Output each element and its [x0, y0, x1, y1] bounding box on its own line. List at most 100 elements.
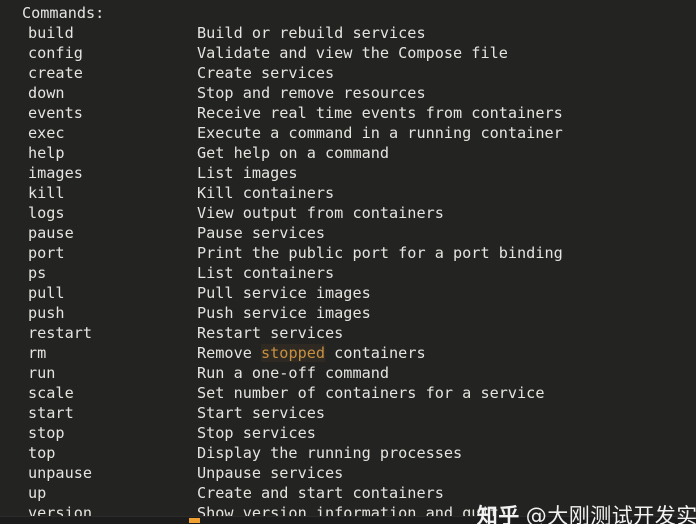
command-name: port	[28, 243, 197, 263]
description-text: Print the public port for a port binding	[197, 244, 563, 262]
command-row: restartRestart services	[0, 323, 696, 343]
description-text: List containers	[197, 264, 334, 282]
description-text: Start services	[197, 404, 325, 422]
description-text: Execute a command in a running container	[197, 124, 563, 142]
scrollbar-thumb[interactable]	[189, 518, 200, 523]
command-description: Pull service images	[197, 283, 371, 303]
command-name: pull	[28, 283, 197, 303]
terminal-window: Commands: buildBuild or rebuild services…	[0, 0, 696, 524]
command-name: exec	[28, 123, 197, 143]
command-row: buildBuild or rebuild services	[0, 23, 696, 43]
highlighted-term: stopped	[261, 344, 325, 362]
command-row: pullPull service images	[0, 283, 696, 303]
command-row: psList containers	[0, 263, 696, 283]
command-row: rmRemove stopped containers	[0, 343, 696, 363]
command-description: List images	[197, 163, 298, 183]
terminal-output: Commands: buildBuild or rebuild services…	[0, 3, 696, 523]
command-row: eventsReceive real time events from cont…	[0, 103, 696, 123]
description-text: Stop and remove resources	[197, 84, 426, 102]
command-description: Set number of containers for a service	[197, 383, 544, 403]
description-text: Pull service images	[197, 284, 371, 302]
command-row: portPrint the public port for a port bin…	[0, 243, 696, 263]
command-description: Kill containers	[197, 183, 334, 203]
command-row: helpGet help on a command	[0, 143, 696, 163]
description-text: Build or rebuild services	[197, 24, 426, 42]
command-name: top	[28, 443, 197, 463]
command-name: restart	[28, 323, 197, 343]
command-description: Print the public port for a port binding	[197, 243, 563, 263]
watermark-logo: 知乎	[477, 504, 520, 524]
command-description: Stop services	[197, 423, 316, 443]
command-row: configValidate and view the Compose file	[0, 43, 696, 63]
description-text: Set number of containers for a service	[197, 384, 544, 402]
command-description: Execute a command in a running container	[197, 123, 563, 143]
command-description: Build or rebuild services	[197, 23, 426, 43]
watermark: 知乎 @大刚测试开发实战	[448, 480, 696, 524]
description-text: Push service images	[197, 304, 371, 322]
command-name: run	[28, 363, 197, 383]
command-name: scale	[28, 383, 197, 403]
command-name: ps	[28, 263, 197, 283]
watermark-handle: @大刚测试开发实战	[526, 504, 696, 524]
command-name: help	[28, 143, 197, 163]
command-description: List containers	[197, 263, 334, 283]
command-description: Stop and remove resources	[197, 83, 426, 103]
command-description: Unpause services	[197, 463, 343, 483]
command-name: kill	[28, 183, 197, 203]
command-description: Run a one-off command	[197, 363, 389, 383]
command-row: logsView output from containers	[0, 203, 696, 223]
command-description: Receive real time events from containers	[197, 103, 563, 123]
command-name: config	[28, 43, 197, 63]
command-row: startStart services	[0, 403, 696, 423]
command-description: Create and start containers	[197, 483, 444, 503]
command-name: stop	[28, 423, 197, 443]
description-text: Create services	[197, 64, 334, 82]
command-row: imagesList images	[0, 163, 696, 183]
description-text: Get help on a command	[197, 144, 389, 162]
command-name: unpause	[28, 463, 197, 483]
command-description: Start services	[197, 403, 325, 423]
command-description: Validate and view the Compose file	[197, 43, 508, 63]
description-text: Restart services	[197, 324, 343, 342]
command-name: pause	[28, 223, 197, 243]
command-description: View output from containers	[197, 203, 444, 223]
description-text: Validate and view the Compose file	[197, 44, 508, 62]
command-name: create	[28, 63, 197, 83]
command-name: images	[28, 163, 197, 183]
command-name: events	[28, 103, 197, 123]
command-row: topDisplay the running processes	[0, 443, 696, 463]
command-description: Pause services	[197, 223, 325, 243]
command-row: stopStop services	[0, 423, 696, 443]
command-row: killKill containers	[0, 183, 696, 203]
description-text: Receive real time events from containers	[197, 104, 563, 122]
description-text: Create and start containers	[197, 484, 444, 502]
description-text: Stop services	[197, 424, 316, 442]
description-text: List images	[197, 164, 298, 182]
description-text: Display the running processes	[197, 444, 462, 462]
command-name: push	[28, 303, 197, 323]
commands-heading: Commands:	[0, 3, 696, 23]
command-description: Create services	[197, 63, 334, 83]
command-name: start	[28, 403, 197, 423]
command-name: down	[28, 83, 197, 103]
command-name: up	[28, 483, 197, 503]
command-description: Remove stopped containers	[197, 343, 426, 363]
description-text: Unpause services	[197, 464, 343, 482]
command-name: logs	[28, 203, 197, 223]
command-name: rm	[28, 343, 197, 363]
description-text: Pause services	[197, 224, 325, 242]
command-description: Display the running processes	[197, 443, 462, 463]
command-name: build	[28, 23, 197, 43]
command-row: downStop and remove resources	[0, 83, 696, 103]
command-description: Get help on a command	[197, 143, 389, 163]
command-row: pushPush service images	[0, 303, 696, 323]
description-text: Run a one-off command	[197, 364, 389, 382]
command-description: Push service images	[197, 303, 371, 323]
command-row: runRun a one-off command	[0, 363, 696, 383]
command-row: scaleSet number of containers for a serv…	[0, 383, 696, 403]
command-description: Restart services	[197, 323, 343, 343]
description-text: View output from containers	[197, 204, 444, 222]
command-row: execExecute a command in a running conta…	[0, 123, 696, 143]
description-text-trailing: containers	[325, 344, 426, 362]
description-text: Kill containers	[197, 184, 334, 202]
